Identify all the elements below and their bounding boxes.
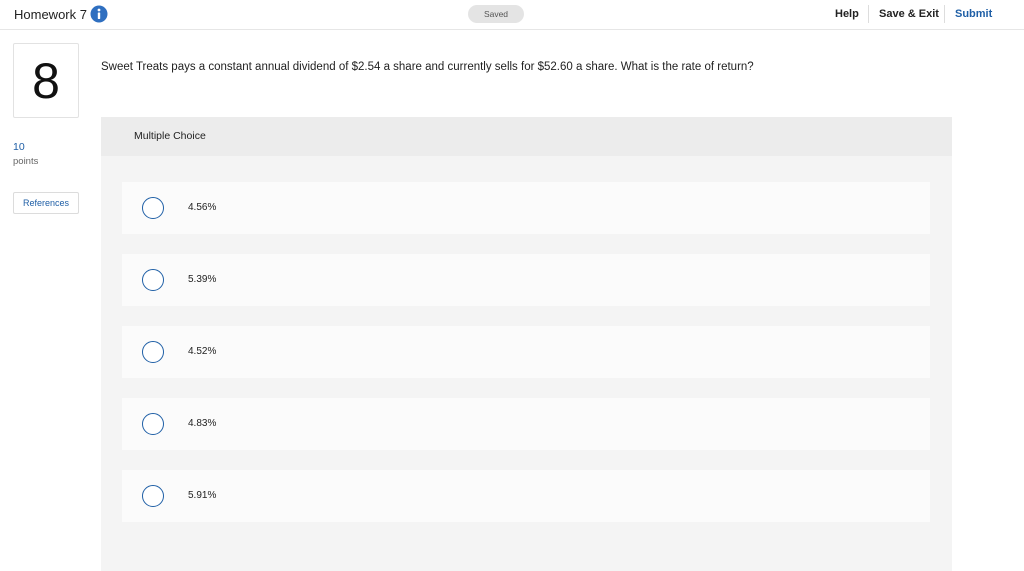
question-text: Sweet Treats pays a constant annual divi… <box>101 61 754 73</box>
references-button[interactable]: References <box>13 192 79 214</box>
radio-button[interactable] <box>142 269 164 291</box>
answer-option[interactable]: 4.56% <box>122 182 930 234</box>
info-icon[interactable] <box>90 5 108 23</box>
answer-option[interactable]: 4.83% <box>122 398 930 450</box>
answer-panel: Multiple Choice 4.56% 5.39% 4.52% 4.83% … <box>101 117 952 571</box>
save-exit-link[interactable]: Save & Exit <box>879 8 939 20</box>
divider <box>944 5 945 23</box>
answer-option[interactable]: 4.52% <box>122 326 930 378</box>
submit-link[interactable]: Submit <box>955 8 992 20</box>
assignment-title: Homework 7 <box>14 7 87 22</box>
radio-button[interactable] <box>142 341 164 363</box>
answer-type-label: Multiple Choice <box>134 130 206 142</box>
points-value: 10 <box>13 141 25 153</box>
answer-option-label: 4.56% <box>188 202 217 213</box>
answer-type-header: Multiple Choice <box>101 117 952 156</box>
radio-button[interactable] <box>142 197 164 219</box>
radio-button[interactable] <box>142 413 164 435</box>
question-number: 8 <box>32 52 60 109</box>
saved-status-badge: Saved <box>468 5 524 23</box>
top-bar: Homework 7 Saved Help Save & Exit Submit <box>0 0 1024 30</box>
answer-option-label: 5.39% <box>188 274 217 285</box>
radio-button[interactable] <box>142 485 164 507</box>
points-label: points <box>13 156 39 167</box>
help-link[interactable]: Help <box>835 8 859 20</box>
divider <box>868 5 869 23</box>
answer-option-label: 4.52% <box>188 346 217 357</box>
question-number-box: 8 <box>13 43 79 118</box>
answer-option-label: 4.83% <box>188 418 217 429</box>
answer-option[interactable]: 5.91% <box>122 470 930 522</box>
answer-option-label: 5.91% <box>188 490 217 501</box>
answer-option[interactable]: 5.39% <box>122 254 930 306</box>
